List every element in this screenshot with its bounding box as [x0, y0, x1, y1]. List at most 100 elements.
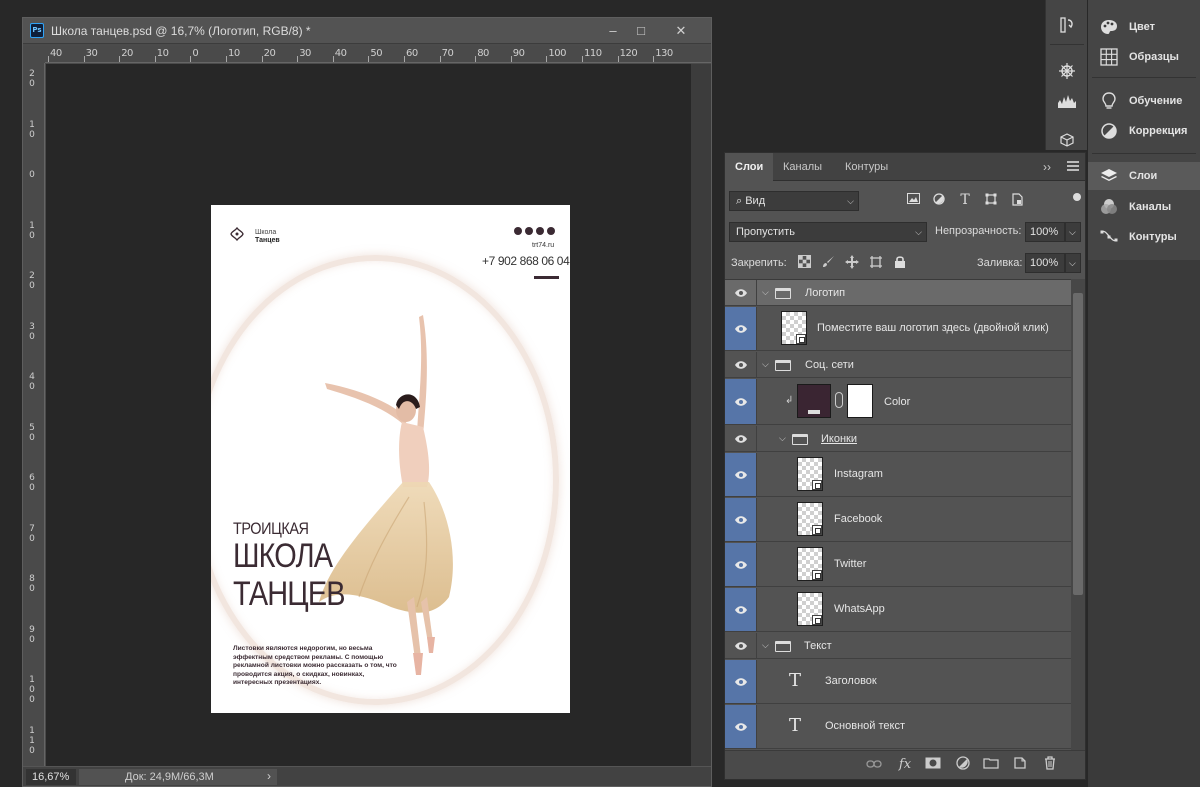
document-scrollbar[interactable] — [691, 64, 711, 766]
panel-paths[interactable]: Контуры — [1088, 223, 1200, 251]
clipping-arrow-icon: ↲ — [785, 395, 794, 406]
layer-row-icons-group[interactable]: ⌵ Иконки — [725, 426, 1071, 452]
layer-row-body-text[interactable]: T Основной текст — [725, 705, 1071, 749]
layer-thumbnail — [797, 502, 823, 536]
dock-separator — [1050, 44, 1084, 45]
panel-learn[interactable]: Обучение — [1088, 87, 1200, 115]
canvas-area[interactable]: Школа Танцев trt74.ru +7 902 868 06 04 Т… — [46, 64, 691, 766]
visibility-eye-icon[interactable] — [725, 426, 757, 451]
tab-paths[interactable]: Контуры — [835, 153, 898, 181]
layer-row-social-group[interactable]: ⌵ Соц. сети — [725, 352, 1071, 378]
visibility-eye-icon[interactable] — [725, 498, 757, 541]
panel-color[interactable]: Цвет — [1088, 13, 1200, 41]
fx-icon[interactable]: fx — [895, 756, 915, 774]
fill-slider-toggle[interactable]: ⌵ — [1065, 253, 1081, 273]
visibility-eye-icon[interactable] — [725, 453, 757, 496]
chevron-down-icon[interactable]: ⌵ — [762, 640, 769, 651]
chevron-down-icon[interactable]: ⌵ — [762, 359, 769, 370]
vertical-ruler[interactable]: 20100102030405060708090100110 — [23, 63, 45, 766]
history-icon[interactable] — [1052, 12, 1082, 38]
panel-layers[interactable]: Слои — [1088, 162, 1200, 190]
folder-icon[interactable] — [981, 756, 1001, 774]
visibility-eye-icon[interactable] — [725, 705, 757, 748]
folder-icon — [792, 434, 808, 445]
zoom-field[interactable]: 16,67% — [26, 769, 76, 785]
fill-input[interactable]: 100% — [1025, 253, 1065, 273]
layer-name: Twitter — [834, 558, 867, 570]
layer-row-heading[interactable]: T Заголовок — [725, 660, 1071, 704]
visibility-eye-icon[interactable] — [725, 660, 757, 703]
text-layer-icon: T — [789, 715, 802, 736]
opacity-slider-toggle[interactable]: ⌵ — [1065, 222, 1081, 242]
new-layer-icon[interactable] — [1010, 756, 1030, 774]
opacity-input[interactable]: 100% — [1025, 222, 1065, 242]
adjustment-layer-icon[interactable] — [953, 756, 973, 774]
filter-type-icon[interactable]: T — [958, 193, 972, 207]
panel-channels[interactable]: Каналы — [1088, 193, 1200, 221]
navigator-icon[interactable] — [1052, 58, 1082, 84]
mask-icon[interactable] — [923, 756, 943, 774]
visibility-eye-icon[interactable] — [725, 379, 757, 424]
visibility-eye-icon[interactable] — [725, 588, 757, 631]
document-title-bar[interactable]: Ps Школа танцев.psd @ 16,7% (Логотип, RG… — [23, 18, 711, 44]
layer-name: Текст — [804, 640, 832, 652]
tab-layers[interactable]: Слои — [725, 153, 774, 181]
ruler-tick-mark — [48, 56, 49, 62]
flyer-website: trt74.ru — [532, 242, 555, 249]
chevron-down-icon[interactable]: ⌵ — [762, 287, 769, 298]
minimize-button[interactable]: – — [600, 21, 626, 41]
smart-object-icon — [796, 334, 806, 344]
panel-swatches[interactable]: Образцы — [1088, 43, 1200, 71]
flyer-artboard[interactable]: Школа Танцев trt74.ru +7 902 868 06 04 Т… — [211, 205, 570, 713]
panel-adjustments[interactable]: Коррекция — [1088, 117, 1200, 145]
lock-transparency-icon[interactable] — [796, 255, 812, 271]
ruler-origin[interactable] — [23, 46, 45, 63]
ruler-tick-label: 110 — [29, 725, 35, 756]
layer-mask-thumbnail[interactable] — [847, 384, 873, 418]
filter-smart-object-icon[interactable] — [1010, 193, 1024, 207]
lock-pixels-brush-icon[interactable] — [820, 255, 836, 271]
adjustment-icon — [1101, 123, 1117, 139]
3d-icon[interactable] — [1052, 128, 1082, 148]
layer-row-logo-placeholder[interactable]: Поместите ваш логотип здесь (двойной кли… — [725, 307, 1071, 351]
maximize-button[interactable]: □ — [628, 21, 654, 41]
visibility-eye-icon[interactable] — [725, 543, 757, 586]
link-chain-icon[interactable] — [835, 392, 843, 408]
trash-icon[interactable] — [1040, 756, 1060, 774]
close-button[interactable]: ✕ — [668, 21, 694, 41]
layer-row-whatsapp[interactable]: WhatsApp — [725, 588, 1071, 632]
tab-channels[interactable]: Каналы — [773, 153, 832, 181]
histogram-icon[interactable] — [1052, 88, 1082, 114]
layer-row-logo-group[interactable]: ⌵ Логотип — [725, 280, 1071, 306]
layer-row-instagram[interactable]: Instagram — [725, 453, 1071, 497]
filter-shape-icon[interactable] — [984, 193, 998, 207]
visibility-eye-icon[interactable] — [725, 352, 757, 377]
status-menu-arrow[interactable]: › — [267, 769, 271, 783]
layer-name: Соц. сети — [805, 359, 854, 371]
filter-adjustment-icon[interactable] — [932, 193, 946, 207]
panel-menu-icon[interactable] — [1067, 161, 1079, 171]
filter-kind-select[interactable]: ⌕ Вид ⌵ — [729, 191, 859, 211]
filter-kind-value: Вид — [745, 195, 766, 207]
smart-object-icon — [812, 480, 822, 490]
visibility-eye-icon[interactable] — [725, 307, 757, 350]
filter-toggle[interactable] — [1073, 193, 1081, 201]
lock-position-move-icon[interactable] — [844, 255, 860, 271]
layer-row-color-fill[interactable]: ↲ Color — [725, 379, 1071, 425]
blend-mode-select[interactable]: Пропустить ⌵ — [729, 222, 927, 242]
horizontal-ruler[interactable]: 40 30 20 10 0 10 20 30 40 50 60 70 80 90 100 110 120 130 — [45, 46, 711, 63]
link-icon[interactable] — [864, 756, 884, 774]
filter-pixel-icon[interactable] — [906, 193, 920, 207]
visibility-eye-icon[interactable] — [725, 280, 757, 305]
lock-artboard-icon[interactable] — [868, 255, 884, 271]
layer-row-facebook[interactable]: Facebook — [725, 498, 1071, 542]
visibility-eye-icon[interactable] — [725, 633, 757, 658]
layers-scrollbar-thumb[interactable] — [1073, 293, 1083, 595]
layer-name: Color — [884, 396, 911, 408]
layer-row-text-group[interactable]: ⌵ Текст — [725, 633, 1071, 659]
chevron-down-icon[interactable]: ⌵ — [779, 433, 786, 444]
collapse-panel-button[interactable]: ›› — [1043, 160, 1051, 174]
ruler-tick-mark — [510, 56, 512, 62]
layer-row-twitter[interactable]: Twitter — [725, 543, 1071, 587]
lock-all-icon[interactable] — [892, 255, 908, 271]
